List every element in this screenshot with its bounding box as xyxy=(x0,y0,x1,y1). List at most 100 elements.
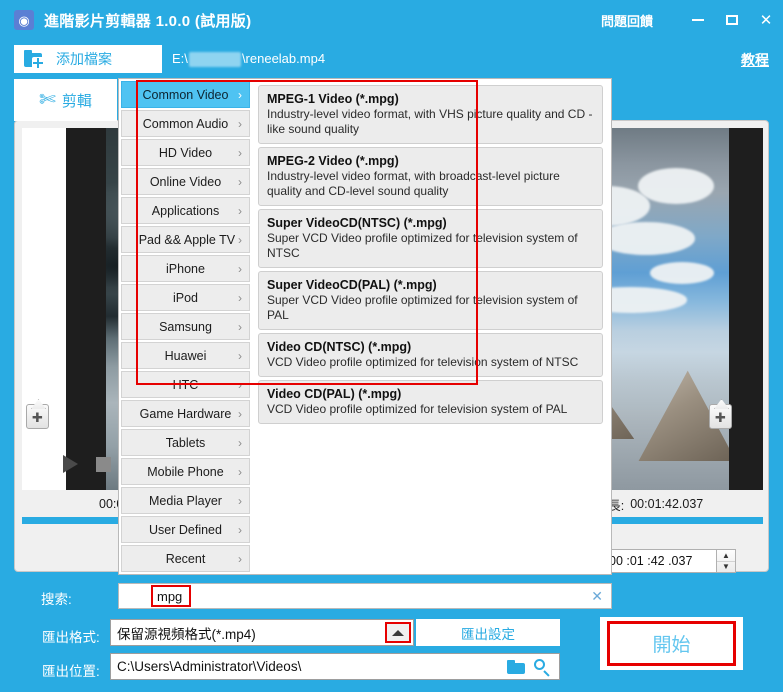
category-item-online-video[interactable]: Online Video › xyxy=(121,168,250,195)
search-icon[interactable] xyxy=(533,658,551,677)
category-label: Common Video xyxy=(142,87,229,102)
format-title: Super VideoCD(PAL) (*.mpg) xyxy=(267,278,437,292)
add-file-button[interactable]: 添加檔案 xyxy=(14,45,162,73)
format-title: MPEG-2 Video (*.mpg) xyxy=(267,154,399,168)
output-time-value[interactable]: 00 :01 :42 .037 xyxy=(602,549,717,573)
format-title: Video CD(NTSC) (*.mpg) xyxy=(267,340,412,354)
category-item-mobile-phone[interactable]: Mobile Phone › xyxy=(121,458,250,485)
category-label: iPod xyxy=(172,290,199,305)
format-item[interactable]: MPEG-1 Video (*.mpg) Industry-level vide… xyxy=(258,85,603,144)
output-time-stepper[interactable]: 00 :01 :42 .037 ▲ ▼ xyxy=(602,549,736,573)
export-path-input[interactable]: C:\Users\Administrator\Videos\ xyxy=(110,653,560,680)
stop-icon[interactable] xyxy=(96,456,111,472)
search-label: 搜索: xyxy=(41,592,72,607)
output-time-spin-buttons[interactable]: ▲ ▼ xyxy=(717,549,736,573)
category-item-media-player[interactable]: Media Player › xyxy=(121,487,250,514)
search-input[interactable]: mpg xyxy=(151,585,191,607)
format-description: VCD Video profile optimized for televisi… xyxy=(267,355,579,369)
format-title: Video CD(PAL) (*.mpg) xyxy=(267,387,402,401)
category-item-user-defined[interactable]: User Defined › xyxy=(121,516,250,543)
chevron-right-icon: › xyxy=(238,87,242,102)
export-format-dropdown-button[interactable] xyxy=(385,622,411,643)
export-settings-button[interactable]: 匯出設定 xyxy=(416,619,560,646)
chevron-right-icon: › xyxy=(238,551,242,566)
category-item-iphone[interactable]: iPhone › xyxy=(121,255,250,282)
category-item-tablets[interactable]: Tablets › xyxy=(121,429,250,456)
category-item-huawei[interactable]: Huawei › xyxy=(121,342,250,369)
source-timeline-handle[interactable]: ✚ xyxy=(26,404,49,429)
loaded-file-path: E:\XXXXXX\reneelab.mp4 xyxy=(172,51,326,68)
maximize-icon xyxy=(726,15,738,25)
play-icon[interactable] xyxy=(63,455,78,473)
format-item[interactable]: Video CD(PAL) (*.mpg) VCD Video profile … xyxy=(258,380,603,424)
scissors-icon: ✄ xyxy=(39,89,56,111)
maximize-button[interactable] xyxy=(715,0,749,40)
file-path-suffix: \reneelab.mp4 xyxy=(241,51,326,66)
toolbar: 添加檔案 E:\XXXXXX\reneelab.mp4 xyxy=(0,40,783,78)
start-button-label: 開始 xyxy=(652,635,691,656)
close-button[interactable]: ✕ xyxy=(749,0,783,40)
title-bar: ◉ 進階影片剪輯器 1.0.0 (試用版) 問題回饋 ✕ xyxy=(0,0,783,40)
caret-up-icon xyxy=(392,629,404,636)
output-duration-value: 00:01:42.037 xyxy=(630,497,704,511)
format-description: VCD Video profile optimized for televisi… xyxy=(267,402,568,416)
source-pillarbox-left xyxy=(66,128,106,490)
category-item-applications[interactable]: Applications › xyxy=(121,197,250,224)
category-item-game-hardware[interactable]: Game Hardware › xyxy=(121,400,250,427)
chevron-right-icon: › xyxy=(238,348,242,363)
format-item[interactable]: MPEG-2 Video (*.mpg) Industry-level vide… xyxy=(258,147,603,206)
minimize-button[interactable] xyxy=(681,0,715,40)
chevron-right-icon: › xyxy=(238,174,242,189)
chevron-right-icon: › xyxy=(238,493,242,508)
chevron-right-icon: › xyxy=(238,377,242,392)
tutorial-link[interactable]: 教程 xyxy=(741,50,769,70)
category-item-recent[interactable]: Recent › xyxy=(121,545,250,572)
format-title: Super VideoCD(NTSC) (*.mpg) xyxy=(267,216,447,230)
folder-icon[interactable] xyxy=(507,659,525,674)
category-item-common-audio[interactable]: Common Audio › xyxy=(121,110,250,137)
clear-search-icon[interactable]: ✕ xyxy=(591,588,603,605)
format-description: Industry-level video format, with VHS pi… xyxy=(267,107,593,136)
window-title: 進階影片剪輯器 1.0.0 (試用版) xyxy=(44,12,252,30)
category-item-ipod[interactable]: iPod › xyxy=(121,284,250,311)
export-format-label: 匯出格式: xyxy=(42,630,100,645)
category-label: Online Video xyxy=(149,174,222,189)
chevron-right-icon: › xyxy=(238,406,242,421)
category-label: Huawei xyxy=(164,348,207,363)
format-item-list: MPEG-1 Video (*.mpg) Industry-level vide… xyxy=(252,79,611,574)
format-item[interactable]: Super VideoCD(PAL) (*.mpg) Super VCD Vid… xyxy=(258,271,603,330)
add-file-label: 添加檔案 xyxy=(56,51,112,67)
tab-edit[interactable]: ✄ 剪輯 xyxy=(14,79,117,121)
category-label: Recent xyxy=(165,551,206,566)
feedback-link[interactable]: 問題回饋 xyxy=(601,11,653,30)
folder-plus-icon xyxy=(24,50,44,69)
chevron-right-icon: › xyxy=(238,261,242,276)
category-label: Media Player xyxy=(149,493,222,508)
category-item-ipad-apple-tv[interactable]: iPad && Apple TV › xyxy=(121,226,250,253)
category-item-samsung[interactable]: Samsung › xyxy=(121,313,250,340)
category-item-common-video[interactable]: Common Video › xyxy=(121,81,250,108)
spin-down-icon[interactable]: ▼ xyxy=(717,562,735,573)
minimize-icon xyxy=(692,19,704,21)
bottom-strip xyxy=(0,682,783,692)
category-label: Applications xyxy=(151,203,220,218)
format-dropdown-popup: Common Video › Common Audio › HD Video ›… xyxy=(118,78,612,575)
export-format-select[interactable]: 保留源視頻格式(*.mp4) xyxy=(110,619,414,646)
output-timeline-handle[interactable]: ✚ xyxy=(709,404,732,429)
spin-up-icon[interactable]: ▲ xyxy=(717,550,735,562)
format-title: MPEG-1 Video (*.mpg) xyxy=(267,92,399,106)
format-item[interactable]: Super VideoCD(NTSC) (*.mpg) Super VCD Vi… xyxy=(258,209,603,268)
format-search-bar: 搜索: mpg ✕ xyxy=(41,583,612,609)
format-category-list: Common Video › Common Audio › HD Video ›… xyxy=(119,79,252,574)
chevron-right-icon: › xyxy=(238,522,242,537)
category-item-hd-video[interactable]: HD Video › xyxy=(121,139,250,166)
file-path-prefix: E:\ xyxy=(172,51,188,66)
export-path-value: C:\Users\Administrator\Videos\ xyxy=(117,659,302,674)
category-item-htc[interactable]: HTC › xyxy=(121,371,250,398)
title-bar-controls: 問題回饋 ✕ xyxy=(601,0,783,40)
chevron-right-icon: › xyxy=(238,145,242,160)
category-label: iPad && Apple TV xyxy=(135,232,236,247)
export-path-label: 匯出位置: xyxy=(42,664,100,679)
format-item[interactable]: Video CD(NTSC) (*.mpg) VCD Video profile… xyxy=(258,333,603,377)
start-button[interactable]: 開始 xyxy=(607,621,736,666)
